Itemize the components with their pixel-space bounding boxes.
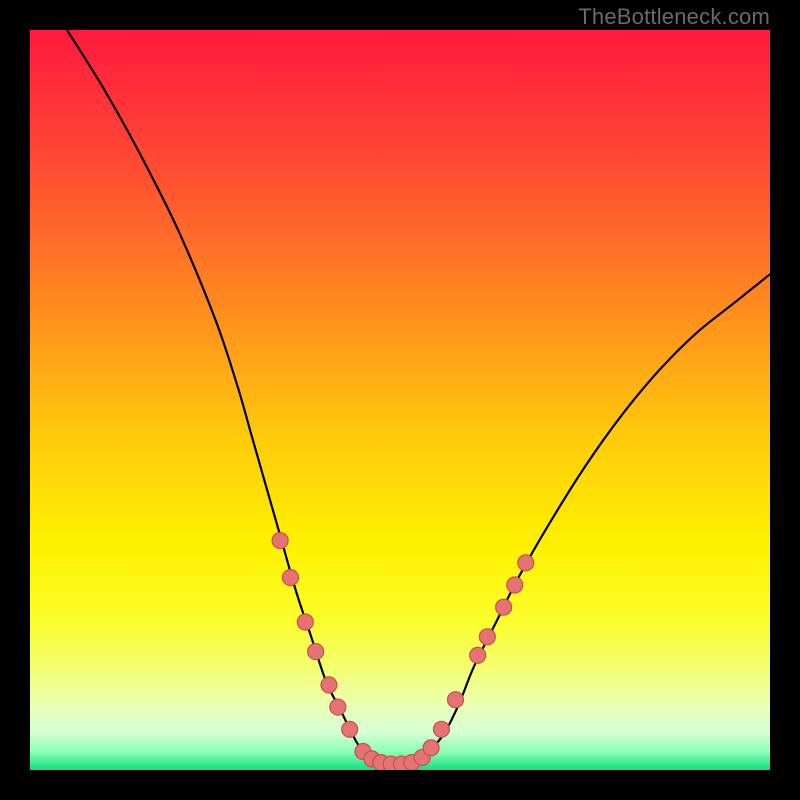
curve-marker [496, 599, 512, 615]
bottleneck-curve [67, 30, 770, 764]
curve-marker [433, 721, 449, 737]
curve-marker [330, 699, 346, 715]
curve-markers [272, 533, 534, 770]
curve-marker [448, 692, 464, 708]
curve-marker [308, 644, 324, 660]
attribution-label: TheBottleneck.com [578, 4, 770, 30]
chart-frame: TheBottleneck.com [0, 0, 800, 800]
curve-marker [423, 740, 439, 756]
curve-marker [479, 629, 495, 645]
curve-marker [297, 614, 313, 630]
curve-marker [470, 647, 486, 663]
curve-marker [282, 570, 298, 586]
curve-marker [518, 555, 534, 571]
curve-marker [507, 577, 523, 593]
plot-area [30, 30, 770, 770]
curve-marker [272, 533, 288, 549]
curve-marker [342, 721, 358, 737]
curve-marker [321, 677, 337, 693]
curve-layer [30, 30, 770, 770]
